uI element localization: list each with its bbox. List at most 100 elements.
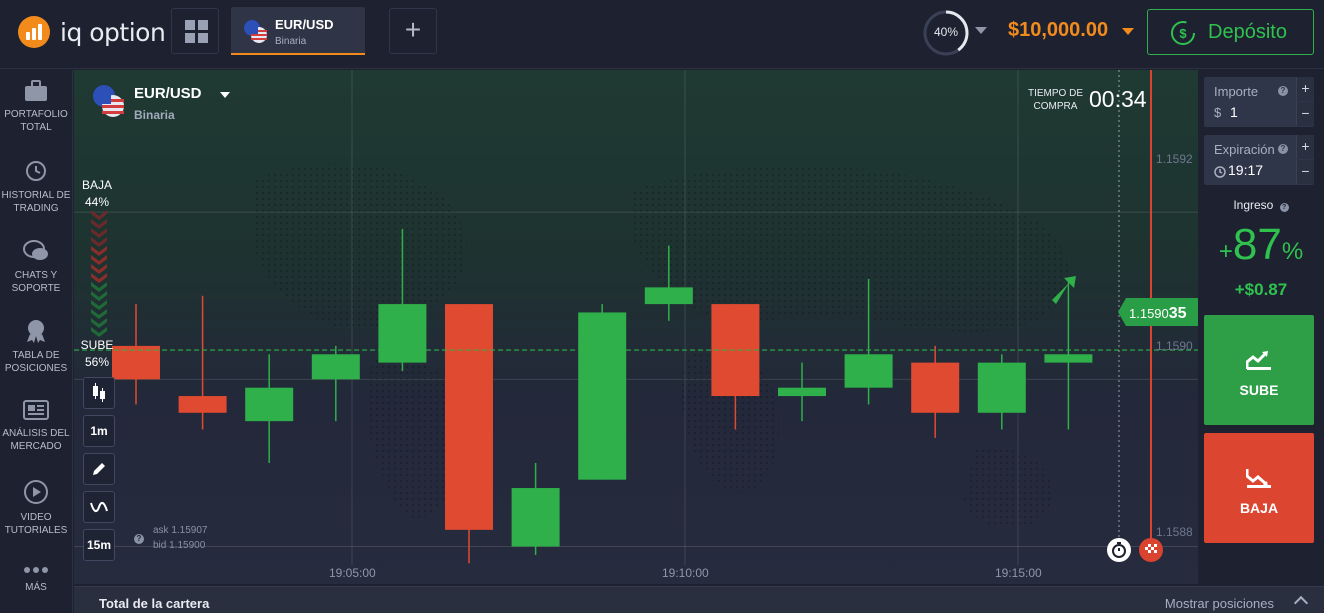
expiration-label: Expiración <box>1214 142 1275 157</box>
sidebar-item-chat[interactable]: CHATS Y SOPORTE <box>0 239 72 295</box>
sentiment-bar-icon <box>91 210 107 337</box>
sidebar-item-label: TABLA DE POSICIONES <box>4 350 68 374</box>
bottom-bar[interactable]: Total de la cartera Mostrar posiciones <box>74 586 1324 613</box>
candle-body <box>378 304 427 363</box>
amount-field[interactable]: Importe ? $ 1 + − <box>1204 77 1314 127</box>
amount-label: Importe <box>1214 84 1259 99</box>
quote-info: ask 1.15907 bid 1.15900 <box>153 523 208 553</box>
more-dots-icon <box>24 567 48 573</box>
asset-tab-kind: Binaria <box>275 36 307 47</box>
candles-icon <box>93 383 105 402</box>
purchase-time-label: TIEMPO DE COMPRA <box>1028 88 1084 112</box>
help-icon[interactable]: ? <box>1279 203 1289 212</box>
sentiment-chevron <box>91 282 107 292</box>
portfolio-total-label[interactable]: Total de la cartera <box>99 596 209 611</box>
bid-price: bid 1.15900 <box>153 540 206 551</box>
account-balance[interactable]: $10,000.00 <box>1008 19 1108 42</box>
sentiment-chevron <box>91 255 107 265</box>
pencil-icon <box>93 463 105 475</box>
income-label: Ingreso ? <box>1198 198 1324 212</box>
chevron-down-icon <box>220 92 230 98</box>
profitability-ring[interactable]: 40% <box>922 9 970 57</box>
candle-body <box>911 362 960 413</box>
sentiment-chevron <box>91 219 107 229</box>
time-interval-button[interactable]: 15m <box>83 529 115 561</box>
down-label: BAJA <box>1239 500 1279 516</box>
price-main: 1.1590 <box>1129 306 1169 321</box>
candle-body <box>1044 354 1093 363</box>
expiration-field[interactable]: Expiración ? 19:17 + − <box>1204 135 1314 185</box>
add-asset-button[interactable]: + <box>389 8 437 54</box>
x-tick-label: 19:10:00 <box>662 566 709 580</box>
up-label: SUBE <box>1239 382 1279 398</box>
logo-text: iq option <box>60 17 166 47</box>
y-tick-label: 1.1590 <box>1156 339 1193 353</box>
help-icon[interactable]: ? <box>1278 144 1288 154</box>
expiration-decrease-button[interactable]: − <box>1296 160 1314 184</box>
sidebar-item-history[interactable]: HISTORIAL DE TRADING <box>0 159 72 215</box>
iq-option-logo[interactable]: iq option <box>18 16 166 48</box>
map-texture <box>964 448 1053 529</box>
candle-body <box>178 396 227 413</box>
sentiment-chevron <box>91 210 107 220</box>
sidebar-item-portfolio[interactable]: PORTAFOLIO TOTAL <box>0 80 72 134</box>
candlestick-chart[interactable] <box>74 70 1198 584</box>
candle-body <box>311 354 360 380</box>
sentiment-chevron <box>91 228 107 238</box>
sidebar-item-video[interactable]: VIDEO TUTORIALES <box>0 479 72 537</box>
sidebar-item-label: PORTAFOLIO TOTAL <box>4 109 68 133</box>
chat-icon <box>23 240 48 260</box>
call-up-button[interactable]: SUBE <box>1204 315 1314 425</box>
sentiment-chevron <box>91 291 107 301</box>
amount-input[interactable]: 1 <box>1230 104 1238 120</box>
candle-body <box>245 387 294 422</box>
indicators-button[interactable] <box>83 491 115 523</box>
stopwatch-icon[interactable] <box>1107 538 1131 562</box>
sentiment-chevron <box>91 318 107 328</box>
sentiment-chevron <box>91 327 107 337</box>
sentiment-up: SUBE 56% <box>74 337 120 371</box>
svg-text:$: $ <box>1179 26 1187 41</box>
balance-chevron-down-icon[interactable] <box>1122 28 1134 35</box>
candle-body <box>778 387 826 397</box>
sidebar-item-label: CHATS Y SOPORTE <box>11 270 61 294</box>
candle-body <box>511 488 560 547</box>
logo-icon <box>18 16 50 48</box>
sentiment-chevron <box>91 300 107 310</box>
chart-type-button[interactable] <box>83 377 115 409</box>
finish-flag-icon[interactable] <box>1139 538 1163 562</box>
asset-tab-eurusd[interactable]: EUR/USD Binaria <box>231 7 365 55</box>
candle-body <box>844 354 893 388</box>
sentiment-up-label: SUBE <box>80 338 114 352</box>
help-icon[interactable]: ? <box>1278 86 1288 96</box>
sidebar-item-more[interactable]: MÁS <box>0 565 72 594</box>
amount-decrease-button[interactable]: − <box>1296 102 1314 126</box>
income-percentage: +87% <box>1218 220 1304 269</box>
candle-timeframe-button[interactable]: 1m <box>83 415 115 447</box>
trend-up-icon <box>1246 351 1271 370</box>
price-chart[interactable] <box>74 70 1198 584</box>
sidebar-item-leaderboard[interactable]: TABLA DE POSICIONES <box>0 319 72 375</box>
briefcase-icon <box>25 80 47 101</box>
candle-body <box>445 304 493 530</box>
history-icon <box>26 161 46 181</box>
sentiment-up-pct: 56% <box>84 355 110 369</box>
show-positions-link[interactable]: Mostrar posiciones <box>1165 596 1274 611</box>
asset-tab-pair: EUR/USD <box>275 17 334 32</box>
amount-increase-button[interactable]: + <box>1296 77 1314 101</box>
expiration-increase-button[interactable]: + <box>1296 135 1314 159</box>
expiration-input[interactable]: 19:17 <box>1228 162 1263 178</box>
deposit-button[interactable]: $ Depósito <box>1147 9 1314 55</box>
sidebar-item-analysis[interactable]: ANÁLISIS DEL MERCADO <box>0 399 72 453</box>
price-last-digits: 35 <box>1168 305 1187 322</box>
drawing-tools-button[interactable] <box>83 453 115 485</box>
sentiment-down-pct: 44% <box>84 195 110 209</box>
chart-asset-selector[interactable]: EUR/USD Binaria <box>92 84 230 123</box>
all-assets-grid-button[interactable] <box>171 8 219 54</box>
chevron-down-icon[interactable] <box>975 27 987 34</box>
put-down-button[interactable]: BAJA <box>1204 433 1314 543</box>
sentiment-chevron <box>91 309 107 319</box>
help-icon[interactable]: ? <box>134 534 144 544</box>
play-icon <box>24 480 48 504</box>
chevron-up-icon[interactable] <box>1293 595 1309 611</box>
